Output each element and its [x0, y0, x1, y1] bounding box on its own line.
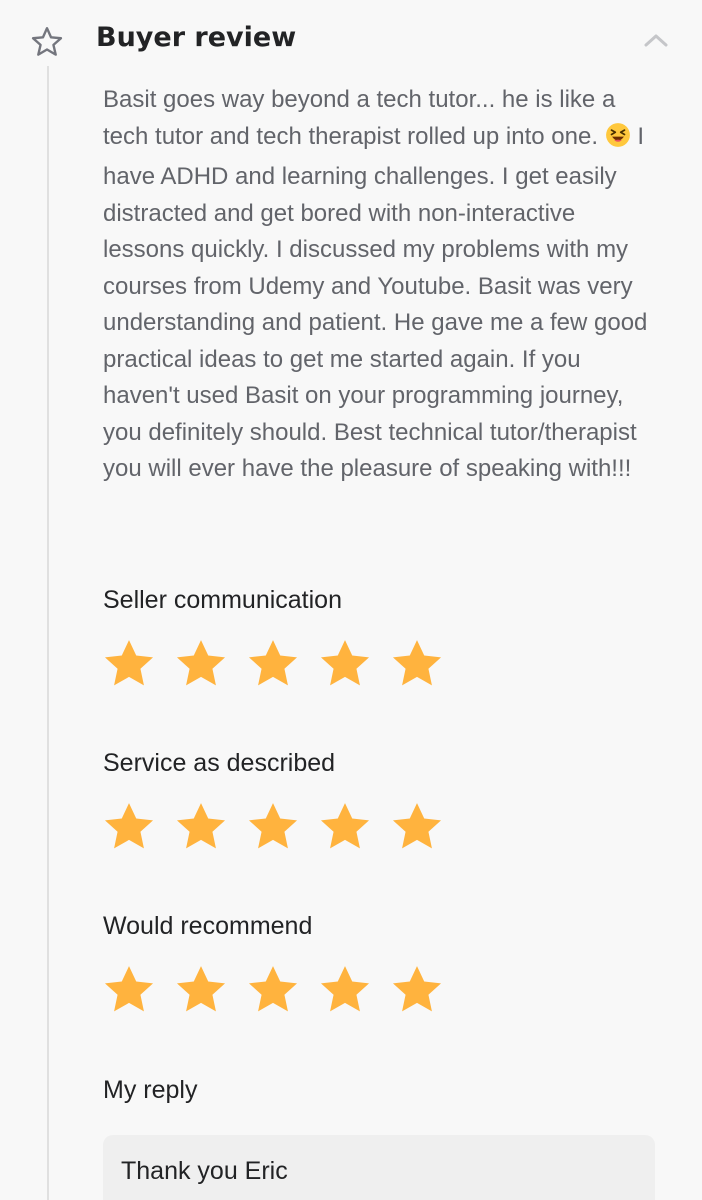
timeline-divider: [47, 66, 49, 1200]
star-icon: [245, 799, 301, 851]
star-icon: [389, 636, 445, 688]
rating-label-would-recommend: Would recommend: [103, 912, 313, 940]
star-icon: [101, 799, 157, 851]
review-title: Buyer review: [96, 22, 297, 53]
star-rating-seller-communication: [101, 636, 445, 688]
rating-label-service-as-described: Service as described: [103, 749, 336, 777]
reply-box: Thank you Eric: [103, 1135, 655, 1200]
star-icon: [245, 962, 301, 1014]
review-text-part-1: Basit goes way beyond a tech tutor... he…: [103, 86, 616, 150]
reply-label: My reply: [103, 1076, 198, 1104]
star-icon: [389, 799, 445, 851]
star-icon: [101, 962, 157, 1014]
star-rating-service-as-described: [101, 799, 445, 851]
rating-label-seller-communication: Seller communication: [103, 586, 342, 614]
reply-text: Thank you Eric: [121, 1157, 288, 1185]
star-icon: [389, 962, 445, 1014]
review-text-part-2: I have ADHD and learning challenges. I g…: [103, 122, 648, 483]
star-icon: [173, 636, 229, 688]
review-body: Basit goes way beyond a tech tutor... he…: [103, 82, 663, 488]
star-rating-would-recommend: [101, 962, 445, 1014]
star-icon: [173, 799, 229, 851]
star-icon: [317, 962, 373, 1014]
buyer-review-panel: Buyer review Basit goes way beyond a tec…: [0, 0, 702, 1200]
star-icon: [101, 636, 157, 688]
star-icon: [245, 636, 301, 688]
star-icon: [173, 962, 229, 1014]
star-outline-icon: [28, 24, 66, 60]
star-icon: [317, 799, 373, 851]
star-icon: [317, 636, 373, 688]
laughing-face-emoji-icon: [605, 122, 631, 160]
chevron-up-icon[interactable]: [640, 28, 672, 52]
review-header[interactable]: Buyer review: [0, 0, 702, 84]
